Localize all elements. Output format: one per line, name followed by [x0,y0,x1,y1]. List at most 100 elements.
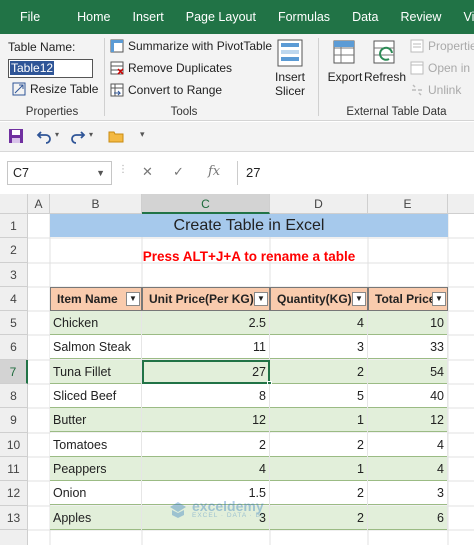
cell-item[interactable]: Tomatoes [50,433,142,457]
table-header-total-price[interactable]: Total Price ▼ [368,287,448,311]
redo-icon[interactable] [70,128,86,144]
cell-total[interactable]: 4 [368,457,448,481]
cell-qty[interactable]: 1 [270,408,368,432]
cell-total[interactable]: 12 [368,408,448,432]
cell-total[interactable]: 40 [368,384,448,408]
column-header-e[interactable]: E [368,194,448,214]
column-header-d[interactable]: D [270,194,368,214]
filter-dropdown-icon[interactable]: ▼ [254,292,268,306]
tab-page-layout[interactable]: Page Layout [175,0,267,34]
cell-price[interactable]: 8 [142,384,270,408]
row-header-14[interactable] [0,530,28,545]
column-header-c[interactable]: C [142,194,270,214]
save-icon[interactable] [8,128,24,144]
insert-slicer-label-1: Insert [274,70,305,84]
cell-price[interactable]: 12 [142,408,270,432]
tab-data[interactable]: Data [341,0,389,34]
row-header-13[interactable]: 13 [0,506,28,530]
select-all-corner[interactable] [0,194,28,214]
enter-icon[interactable]: ✓ [173,164,184,180]
table-header-unit-price[interactable]: Unit Price(Per KG) ▼ [142,287,270,311]
row-header-12[interactable]: 12 [0,481,28,506]
formula-input[interactable]: 27 [246,165,260,180]
name-box-dropdown-icon[interactable]: ▼ [96,162,105,184]
cell-price[interactable]: 11 [142,335,270,359]
table-header-quantity[interactable]: Quantity(KG) ▼ [270,287,368,311]
resize-table-button[interactable]: Resize Table [12,82,98,96]
filter-dropdown-icon[interactable]: ▼ [352,292,366,306]
cell-total[interactable]: 54 [368,360,448,384]
column-header-a[interactable]: A [28,194,50,214]
cell-qty[interactable]: 2 [270,360,368,384]
row-header-5[interactable]: 5 [0,311,28,335]
row-header-8[interactable]: 8 [0,384,28,408]
exceldemy-logo-icon [170,501,186,518]
header-label: Item Name [57,292,118,306]
row-header-2[interactable]: 2 [0,238,28,263]
slicer-icon [277,39,303,67]
external-group-label: External Table Data [346,106,447,118]
cell-total[interactable]: 10 [368,311,448,335]
cell-item[interactable]: Salmon Steak [50,335,142,359]
open-folder-icon[interactable] [108,128,124,144]
table-name-label: Table Name: [8,40,76,54]
insert-function-icon[interactable]: fx [208,164,220,179]
table-header-item-name[interactable]: Item Name ▼ [50,287,142,311]
name-box[interactable]: C7 ▼ [7,161,112,185]
cell-item[interactable]: Tuna Fillet [50,360,142,384]
exceldemy-watermark: exceldemy EXCEL · DATA · BI [168,499,264,519]
filter-dropdown-icon[interactable]: ▼ [432,292,446,306]
row-header-3[interactable]: 3 [0,263,28,287]
cell-total[interactable]: 3 [368,481,448,505]
cell-total[interactable]: 33 [368,335,448,359]
column-header-f[interactable] [448,194,474,214]
cell-item[interactable]: Sliced Beef [50,384,142,408]
row-header-6[interactable]: 6 [0,335,28,360]
tab-home[interactable]: Home [66,0,121,34]
cell-qty[interactable]: 5 [270,384,368,408]
external-table-data-group: External Table Data [319,34,474,121]
name-box-value: C7 [13,166,29,180]
tab-view[interactable]: View [452,0,474,34]
undo-dropdown-icon[interactable]: ▾ [55,130,59,139]
tab-file[interactable]: File [0,0,66,34]
cell-qty[interactable]: 2 [270,481,368,505]
cell-qty[interactable]: 1 [270,457,368,481]
column-header-b[interactable]: B [50,194,142,214]
row-header-7[interactable]: 7 [0,360,28,384]
cell-price[interactable]: 2.5 [142,311,270,335]
cell-qty[interactable]: 3 [270,335,368,359]
table-row: Salmon Steak 11 3 33 [50,335,448,359]
row-header-4[interactable]: 4 [0,287,28,311]
row-header-1[interactable]: 1 [0,214,28,238]
row-header-10[interactable]: 10 [0,433,28,457]
redo-dropdown-icon[interactable]: ▾ [89,130,93,139]
row-header-11[interactable]: 11 [0,457,28,481]
cell-total[interactable]: 4 [368,433,448,457]
active-cell[interactable]: 27 [142,360,270,384]
table-row: Tuna Fillet 27 2 54 [50,360,448,384]
cell-item[interactable]: Chicken [50,311,142,335]
filter-dropdown-icon[interactable]: ▼ [126,292,140,306]
customize-toolbar-icon[interactable]: ▾ [140,129,145,140]
undo-icon[interactable] [36,128,52,144]
properties-group: Table Name: Table12 Resize Table Propert… [0,34,104,121]
tab-insert[interactable]: Insert [122,0,175,34]
cell-qty[interactable]: 2 [270,506,368,530]
cancel-icon[interactable]: ✕ [142,164,153,180]
row-header-9[interactable]: 9 [0,408,28,433]
cell-qty[interactable]: 2 [270,433,368,457]
cell-item[interactable]: Butter [50,408,142,432]
cell-qty[interactable]: 4 [270,311,368,335]
watermark-tagline: EXCEL · DATA · BI [192,512,264,519]
cell-price[interactable]: 2 [142,433,270,457]
cell-price[interactable]: 4 [142,457,270,481]
tab-review[interactable]: Review [389,0,452,34]
cell-total[interactable]: 6 [368,506,448,530]
cell-item[interactable]: Peappers [50,457,142,481]
table-name-input[interactable]: Table12 [8,59,93,78]
cell-item[interactable]: Apples [50,506,142,530]
cell-item[interactable]: Onion [50,481,142,505]
insert-slicer-button[interactable]: Insert Slicer [270,39,310,98]
tab-formulas[interactable]: Formulas [267,0,341,34]
